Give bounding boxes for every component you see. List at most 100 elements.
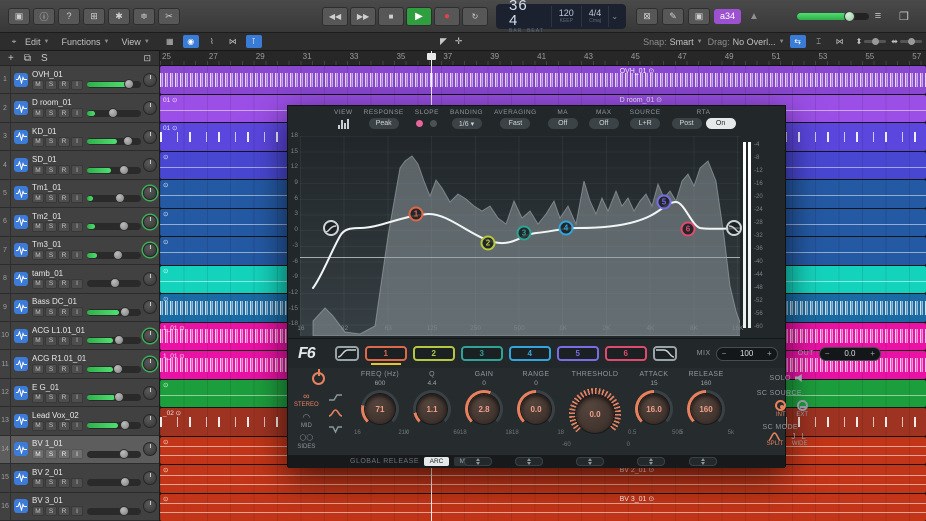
- track-row[interactable]: 13 Lead Vox_02 M S R I: [0, 407, 159, 435]
- solo-button[interactable]: S: [45, 137, 57, 147]
- loops-browser-icon[interactable]: Ω: [921, 10, 926, 22]
- solo-button[interactable]: S: [45, 80, 57, 90]
- knob[interactable]: 160 5 5k: [687, 390, 725, 428]
- grid-icon[interactable]: ▦: [162, 35, 178, 48]
- volume-slider[interactable]: [87, 451, 141, 458]
- duplicate-track-button[interactable]: ⧉: [24, 53, 31, 64]
- knob[interactable]: 0.0 -18 18: [517, 390, 555, 428]
- band-marker[interactable]: 3: [517, 226, 532, 241]
- mute-button[interactable]: M: [32, 222, 44, 232]
- region[interactable]: OVH_01 ⊙: [160, 66, 926, 94]
- record-enable-button[interactable]: R: [58, 193, 70, 203]
- power-button[interactable]: [312, 372, 325, 385]
- input-monitor-button[interactable]: I: [71, 393, 83, 403]
- arc-button[interactable]: ARC: [424, 457, 449, 466]
- mute-button[interactable]: M: [32, 307, 44, 317]
- volume-slider[interactable]: [87, 252, 141, 259]
- mute-button[interactable]: M: [32, 80, 44, 90]
- sides-mode-button[interactable]: ◯◯SIDES: [294, 434, 319, 450]
- slope-dot-inactive[interactable]: [430, 120, 437, 127]
- band-marker[interactable]: 4: [559, 221, 574, 236]
- knob[interactable]: 2.8 -18 18: [465, 390, 503, 428]
- volume-slider-knob[interactable]: [108, 108, 118, 118]
- input-monitor-button[interactable]: I: [71, 307, 83, 317]
- record-enable-button[interactable]: R: [58, 364, 70, 374]
- mute-button[interactable]: M: [32, 193, 44, 203]
- volume-slider[interactable]: [87, 195, 141, 202]
- band-button[interactable]: 6: [605, 346, 647, 361]
- track-row[interactable]: 3 KD_01 M S R I: [0, 123, 159, 151]
- solo-button[interactable]: S: [45, 393, 57, 403]
- record-enable-button[interactable]: R: [58, 80, 70, 90]
- max-toggle[interactable]: Off: [589, 118, 619, 129]
- track-row[interactable]: 14 BV 1_01 M S R I: [0, 436, 159, 464]
- zoom-h-icon[interactable]: ⇆: [790, 35, 806, 48]
- pan-knob[interactable]: [143, 300, 157, 314]
- volume-slider[interactable]: [87, 138, 141, 145]
- solo-control[interactable]: SOLO: [770, 374, 804, 382]
- mute-button[interactable]: M: [32, 165, 44, 175]
- mute-button[interactable]: M: [32, 393, 44, 403]
- volume-slider-knob[interactable]: [120, 307, 130, 317]
- track-row[interactable]: 2 D room_01 M S R I: [0, 94, 159, 122]
- pan-knob[interactable]: [143, 386, 157, 400]
- band-button[interactable]: 2: [413, 346, 455, 361]
- low-cut-marker[interactable]: [323, 220, 339, 236]
- pan-knob[interactable]: [143, 471, 157, 485]
- record-enable-button[interactable]: R: [58, 108, 70, 118]
- mute-button[interactable]: M: [32, 421, 44, 431]
- input-monitor-button[interactable]: I: [71, 336, 83, 346]
- solo-button[interactable]: S: [45, 193, 57, 203]
- input-monitor-button[interactable]: I: [71, 364, 83, 374]
- solo-button[interactable]: S: [45, 279, 57, 289]
- source-select[interactable]: L+R: [630, 118, 660, 129]
- pan-knob[interactable]: [143, 442, 157, 456]
- solo-button[interactable]: S: [45, 250, 57, 260]
- volume-slider-knob[interactable]: [115, 193, 125, 203]
- attack-stepper[interactable]: [637, 457, 665, 466]
- record-enable-button[interactable]: R: [58, 279, 70, 289]
- track-row[interactable]: 15 BV 2_01 M S R I: [0, 464, 159, 492]
- catch-icon[interactable]: ⊺: [246, 35, 262, 48]
- vertical-zoom-slider[interactable]: [864, 40, 886, 43]
- pan-knob[interactable]: [143, 272, 157, 286]
- solo-button[interactable]: S: [45, 165, 57, 175]
- volume-slider-knob[interactable]: [124, 79, 134, 89]
- note-pads-icon[interactable]: ❐: [895, 10, 913, 23]
- horizontal-zoom-slider[interactable]: [900, 40, 922, 43]
- gain-stepper[interactable]: [464, 457, 492, 466]
- knob[interactable]: 16.0 0.5 500: [635, 390, 673, 428]
- response-select[interactable]: Peak: [369, 118, 399, 129]
- mid-mode-button[interactable]: ◠MID: [294, 413, 319, 429]
- mute-button[interactable]: M: [32, 108, 44, 118]
- volume-slider[interactable]: [87, 394, 141, 401]
- mixer-icon[interactable]: ≑: [133, 8, 155, 25]
- volume-slider[interactable]: [87, 422, 141, 429]
- out-minus-button[interactable]: −: [825, 349, 830, 358]
- sc-source-int-button[interactable]: INT: [775, 400, 786, 418]
- record-enable-button[interactable]: R: [58, 222, 70, 232]
- input-monitor-button[interactable]: I: [71, 222, 83, 232]
- notch-icon[interactable]: [328, 424, 343, 434]
- pan-knob[interactable]: [143, 73, 157, 87]
- smart-controls-icon[interactable]: ✱: [108, 8, 130, 25]
- input-monitor-button[interactable]: I: [71, 108, 83, 118]
- banding-select[interactable]: 1/6 ▾: [452, 118, 482, 129]
- solo-button[interactable]: S: [45, 307, 57, 317]
- mute-button[interactable]: M: [32, 478, 44, 488]
- band-button[interactable]: 4: [509, 346, 551, 361]
- pan-knob[interactable]: [143, 215, 157, 229]
- pan-knob[interactable]: [143, 499, 157, 513]
- play-button[interactable]: ▶: [406, 7, 432, 26]
- mix-plus-button[interactable]: +: [767, 349, 772, 358]
- pan-knob[interactable]: [143, 101, 157, 115]
- list-editors-icon[interactable]: ≡: [869, 10, 887, 22]
- track-row[interactable]: 9 Bass DC_01 M S R I: [0, 294, 159, 322]
- solo-button[interactable]: S: [45, 421, 57, 431]
- pan-knob[interactable]: [143, 329, 157, 343]
- knob[interactable]: 1.1 0 60: [413, 390, 451, 428]
- quick-help-icon[interactable]: ?: [58, 8, 80, 25]
- drag-dropdown[interactable]: Drag:No Overl...▼: [708, 37, 785, 47]
- solo-status-icon[interactable]: ▣: [688, 8, 710, 25]
- volume-slider-knob[interactable]: [114, 392, 124, 402]
